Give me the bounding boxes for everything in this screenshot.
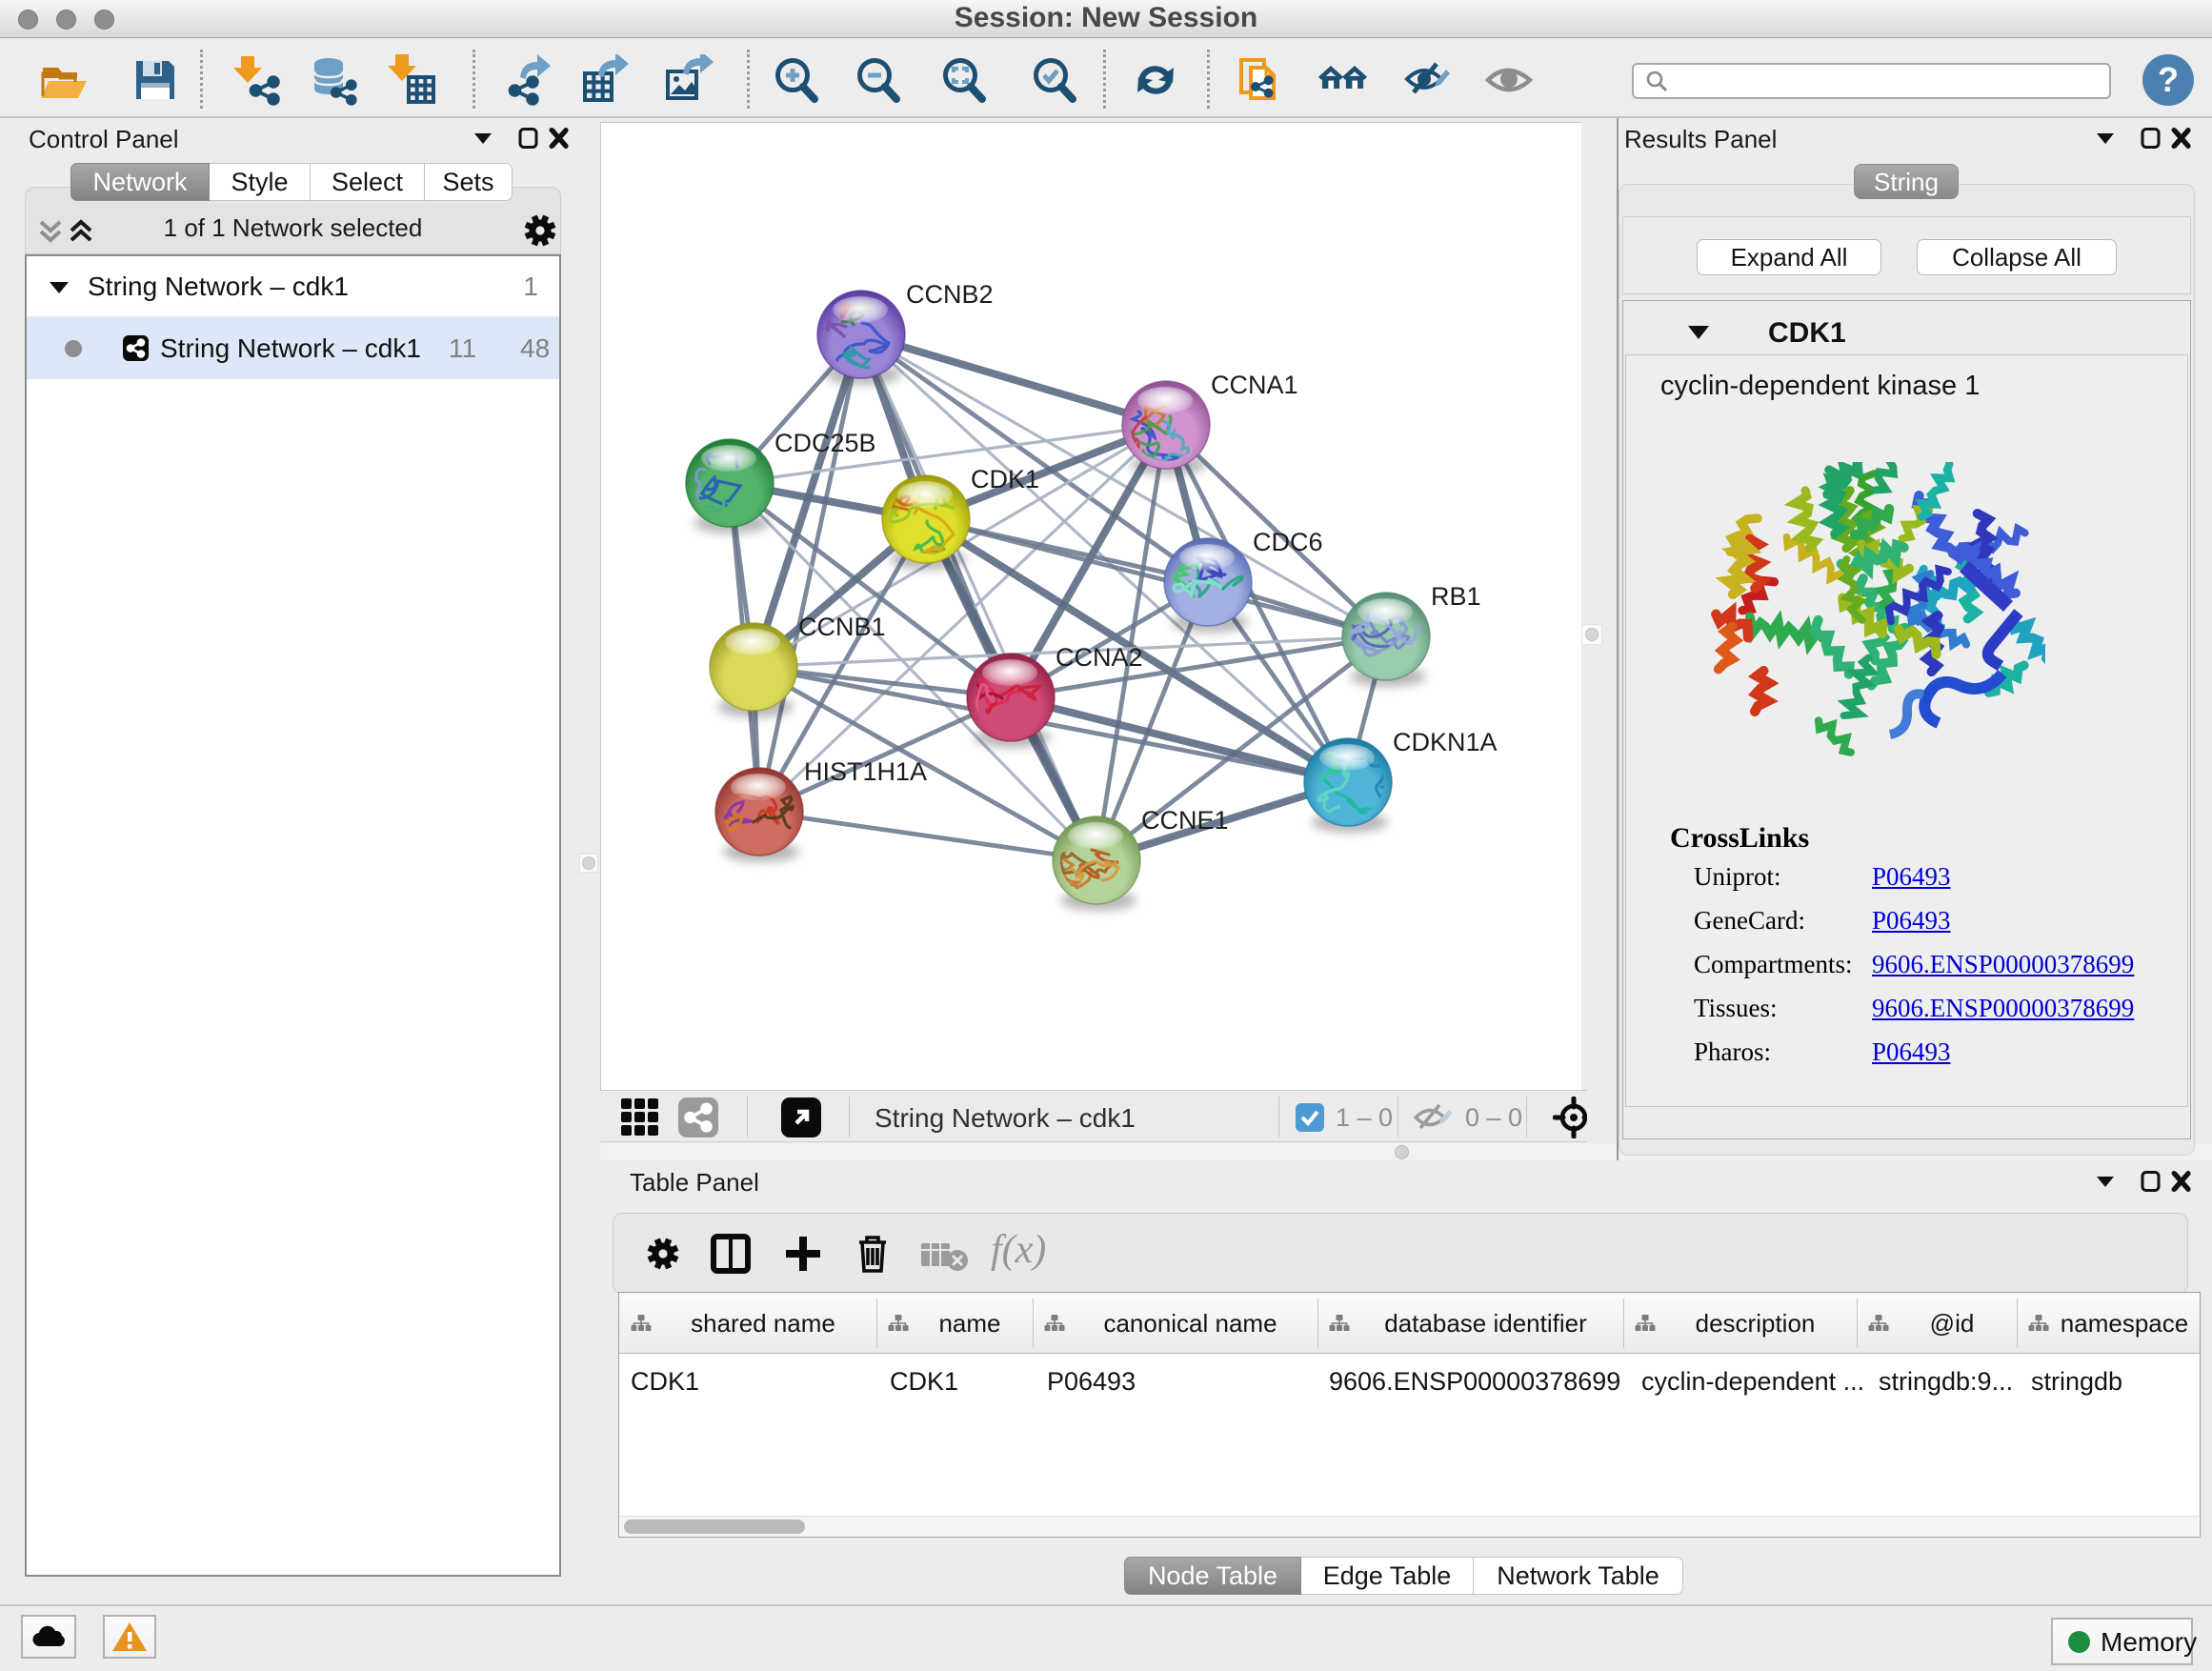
svg-text:CDC6: CDC6 bbox=[1253, 528, 1323, 556]
svg-text:CCNB2: CCNB2 bbox=[906, 280, 994, 309]
svg-text:CDC25B: CDC25B bbox=[774, 429, 876, 457]
svg-text:CCNA1: CCNA1 bbox=[1211, 371, 1298, 399]
svg-text:RB1: RB1 bbox=[1431, 582, 1481, 611]
svg-text:HIST1H1A: HIST1H1A bbox=[804, 757, 927, 786]
svg-text:CDK1: CDK1 bbox=[971, 465, 1039, 493]
svg-text:CCNE1: CCNE1 bbox=[1141, 806, 1229, 835]
svg-text:CCNA2: CCNA2 bbox=[1056, 643, 1143, 672]
svg-text:CCNB1: CCNB1 bbox=[798, 613, 886, 641]
svg-text:CDKN1A: CDKN1A bbox=[1393, 728, 1498, 756]
